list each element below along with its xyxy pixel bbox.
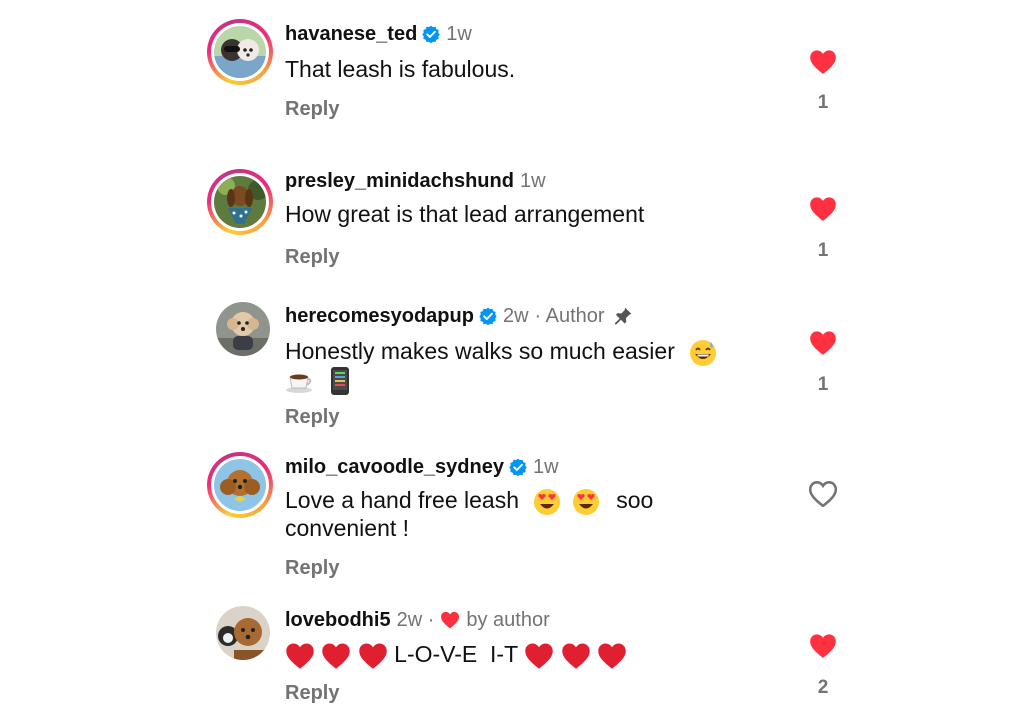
verified-badge-icon: [479, 307, 497, 325]
comment-text-line2: convenient !: [285, 515, 410, 541]
timestamp: 2w: [502, 305, 529, 327]
liked-by-author-heart-icon: [440, 611, 460, 629]
heart-filled-icon: [809, 196, 837, 222]
reply-button[interactable]: Reply: [285, 246, 339, 269]
heart-eyes-emoji-icon: [534, 488, 561, 515]
username[interactable]: presley_minidachshund: [285, 169, 514, 193]
timestamp: 1w: [446, 23, 472, 45]
comment-text: How great is that lead arrangement: [285, 201, 645, 227]
username[interactable]: herecomesyodapup: [285, 304, 474, 328]
like-button[interactable]: [806, 330, 840, 361]
timestamp: 1w: [519, 170, 546, 192]
reply-button[interactable]: Reply: [285, 98, 339, 121]
username[interactable]: havanese_ted: [285, 22, 417, 46]
dog-photo-icon: [214, 26, 266, 78]
heart-eyes-emoji-icon: [572, 488, 599, 515]
like-button[interactable]: [806, 49, 840, 80]
red-heart-emoji-icon: [561, 642, 591, 670]
verified-badge-icon: [422, 25, 440, 43]
reply-button[interactable]: Reply: [285, 682, 339, 705]
username[interactable]: lovebodhi5: [285, 608, 391, 632]
pin-icon: [614, 307, 631, 325]
like-count: 1: [817, 374, 829, 395]
coffee-emoji-icon: [286, 374, 312, 393]
comment-text: Honestly makes walks so much easier: [285, 337, 717, 367]
avatar[interactable]: [207, 169, 273, 235]
reply-button[interactable]: Reply: [285, 406, 339, 429]
like-count: 2: [817, 677, 829, 698]
like-button[interactable]: [806, 633, 840, 664]
dog-photo-icon: [214, 459, 266, 511]
verified-badge-icon: [509, 458, 527, 476]
username[interactable]: milo_cavoodle_sydney: [285, 455, 504, 479]
red-heart-emoji-icon: [597, 642, 627, 670]
grinning-sweat-emoji-icon: [690, 339, 717, 366]
avatar[interactable]: [216, 606, 270, 660]
red-heart-emoji-icon: [285, 642, 315, 670]
red-heart-emoji-icon: [321, 642, 351, 670]
liked-by-author-label: by author: [466, 609, 550, 631]
comment-text: Love a hand free leash soo: [285, 486, 653, 516]
like-count: 1: [817, 240, 829, 261]
heart-outline-icon: [809, 481, 837, 507]
mobile-phone-emoji-icon: [331, 366, 350, 395]
heart-filled-icon: [809, 49, 837, 75]
dog-photo-icon: [216, 302, 270, 356]
like-button[interactable]: [806, 196, 840, 227]
reply-button[interactable]: Reply: [285, 557, 339, 580]
timestamp: 2w ·: [396, 609, 435, 631]
like-button[interactable]: [806, 481, 840, 512]
avatar[interactable]: [207, 19, 273, 85]
author-label: · Author: [534, 305, 605, 327]
avatar[interactable]: [216, 302, 270, 356]
comment-text: L-O-V-E I-T: [285, 640, 627, 670]
dog-photo-icon: [214, 176, 266, 228]
comment-emoji-line: [285, 365, 351, 396]
red-heart-emoji-icon: [358, 642, 388, 670]
heart-filled-icon: [809, 330, 837, 356]
avatar[interactable]: [207, 452, 273, 518]
like-count: 1: [817, 92, 829, 113]
dog-photo-icon: [216, 606, 270, 660]
timestamp: 1w: [532, 456, 559, 478]
heart-filled-icon: [809, 633, 837, 659]
comment-text: That leash is fabulous.: [285, 56, 516, 82]
red-heart-emoji-icon: [524, 642, 554, 670]
